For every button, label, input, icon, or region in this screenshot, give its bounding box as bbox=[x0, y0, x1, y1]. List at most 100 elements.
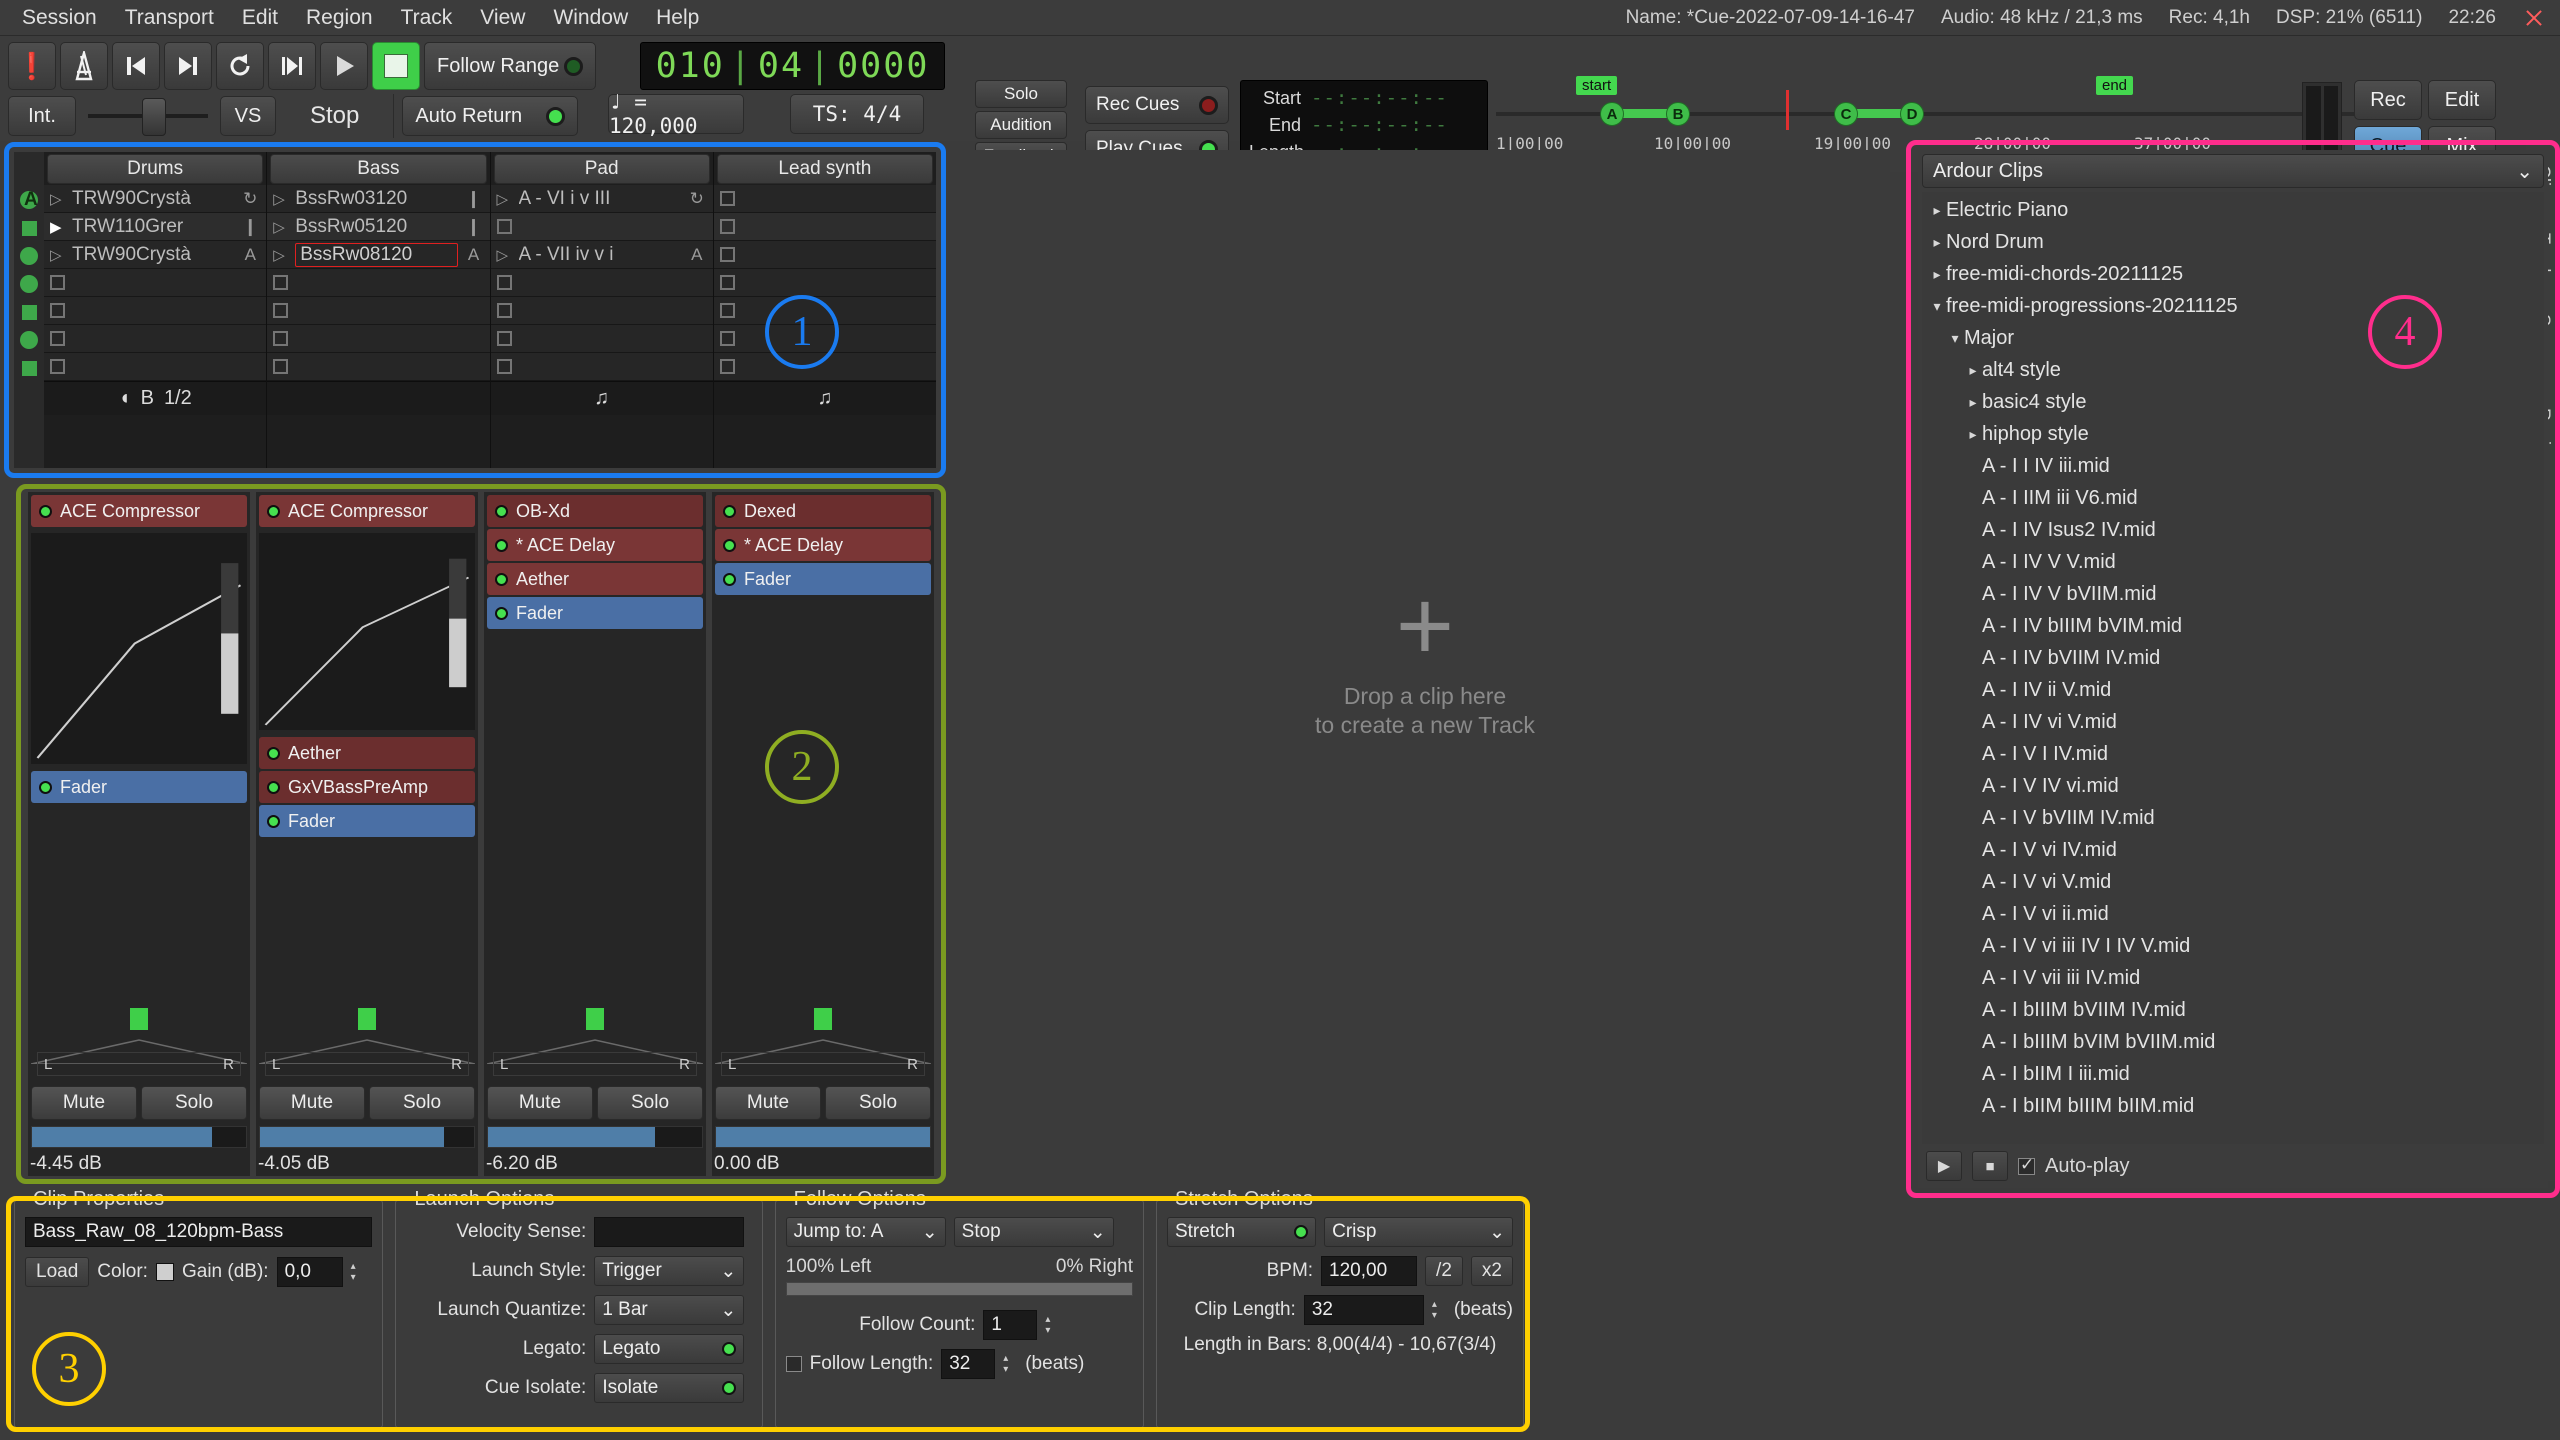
clip-slot-empty[interactable] bbox=[267, 353, 490, 381]
bpm-field[interactable]: 120,00 bbox=[1321, 1256, 1418, 1286]
auto-return-button[interactable]: Auto Return bbox=[402, 96, 579, 136]
processor-gxvbasspreamp[interactable]: GxVBassPreAmp bbox=[259, 771, 475, 803]
pan-handle-icon[interactable] bbox=[814, 1008, 832, 1030]
clips-tree-list[interactable]: ▸ Electric Piano ▸ Nord Drum ▸ free-midi-chor… bbox=[1922, 192, 2544, 1144]
chevron-right-icon[interactable]: ▸ bbox=[1928, 266, 1946, 283]
solo-button[interactable]: Solo bbox=[141, 1086, 247, 1120]
panner-pad[interactable]: LR bbox=[486, 1008, 704, 1082]
processor-fader[interactable]: Fader bbox=[487, 597, 703, 629]
clip-slot-selected[interactable]: ▷ BssRw08120 A bbox=[267, 241, 490, 269]
cue-marker-7[interactable] bbox=[14, 354, 44, 382]
auto-play-checkbox[interactable] bbox=[2018, 1155, 2035, 1175]
clips-tree-item[interactable]: A - I bIIM bIIIM bIIM.mid bbox=[1922, 1090, 2544, 1122]
clips-tree-item[interactable]: ▸ Electric Piano bbox=[1922, 194, 2544, 226]
clips-tree-item[interactable]: ▸ basic4 style bbox=[1922, 386, 2544, 418]
clip-length-spinner[interactable]: ▴ ▾ bbox=[1432, 1299, 1446, 1321]
cue-marker-a[interactable]: A bbox=[14, 186, 44, 214]
cue-marker-b[interactable] bbox=[14, 214, 44, 242]
follow-length-spinner[interactable]: ▴ ▾ bbox=[1003, 1353, 1017, 1375]
processor-aether[interactable]: Aether bbox=[259, 737, 475, 769]
processor-led-icon[interactable] bbox=[39, 780, 52, 794]
clip-slot-empty[interactable] bbox=[713, 185, 936, 213]
mute-button[interactable]: Mute bbox=[259, 1086, 365, 1120]
gain-slider-lead-synth[interactable] bbox=[715, 1126, 931, 1148]
pan-range-bar[interactable]: LR bbox=[37, 1052, 241, 1076]
clip-slot-empty[interactable] bbox=[490, 325, 713, 353]
cue-marker-6[interactable] bbox=[14, 326, 44, 354]
clips-tree-item[interactable]: A - I V vi ii.mid bbox=[1922, 898, 2544, 930]
gain-value-pad[interactable]: -6.20 dB bbox=[484, 1152, 706, 1176]
track-header-bass[interactable]: Bass bbox=[270, 154, 487, 184]
gain-slider-pad[interactable] bbox=[487, 1126, 703, 1148]
pan-range-bar[interactable]: LR bbox=[265, 1052, 469, 1076]
marker-end[interactable]: end bbox=[2096, 76, 2134, 95]
clips-library-selector[interactable]: Ardour Clips ⌄ bbox=[1922, 154, 2544, 188]
menu-item-track[interactable]: Track bbox=[387, 0, 467, 36]
clips-tree-item[interactable]: A - I IV Isus2 IV.mid bbox=[1922, 514, 2544, 546]
playhead-icon[interactable] bbox=[1786, 90, 1789, 130]
processor-led-icon[interactable] bbox=[39, 504, 52, 518]
chevron-down-icon[interactable]: ▾ bbox=[1946, 330, 1964, 347]
play-icon[interactable]: ▷ bbox=[273, 246, 289, 264]
clips-tree-item[interactable]: ▸ free-midi-chords-20211125 bbox=[1922, 258, 2544, 290]
clips-tree-item[interactable]: A - I IV V V.mid bbox=[1922, 546, 2544, 578]
play-range-icon[interactable] bbox=[268, 42, 316, 90]
velocity-sense-input[interactable] bbox=[594, 1217, 745, 1247]
mode-rec-button[interactable]: Rec bbox=[2354, 80, 2422, 120]
clips-tree-item[interactable]: A - I IV bIIIM bVIM.mid bbox=[1922, 610, 2544, 642]
cue-marker-3[interactable] bbox=[14, 242, 44, 270]
clip-slot-empty[interactable] bbox=[713, 241, 936, 269]
menu-item-view[interactable]: View bbox=[466, 0, 539, 36]
menu-item-transport[interactable]: Transport bbox=[111, 0, 228, 36]
clips-tree-item[interactable]: ▸ hiphop style bbox=[1922, 418, 2544, 450]
clips-tree-item[interactable]: A - I V vi V.mid bbox=[1922, 866, 2544, 898]
cue-node-b[interactable]: B bbox=[1666, 102, 1690, 126]
gain-value-bass[interactable]: -4.05 dB bbox=[256, 1152, 478, 1176]
sync-source-button[interactable]: Int. bbox=[8, 96, 76, 136]
compressor-curve-display[interactable] bbox=[31, 533, 247, 764]
follow-probability-slider[interactable] bbox=[785, 1282, 1133, 1296]
solo-indicator-button[interactable]: Solo bbox=[975, 80, 1067, 108]
menu-item-edit[interactable]: Edit bbox=[228, 0, 292, 36]
clip-slot[interactable]: ▷ BssRw03120 ❙ bbox=[267, 185, 490, 213]
chevron-right-icon[interactable]: ▸ bbox=[1964, 426, 1982, 443]
clip-slot-empty[interactable] bbox=[490, 353, 713, 381]
time-signature-button[interactable]: TS: 4/4 bbox=[790, 94, 924, 134]
loop-icon[interactable] bbox=[216, 42, 264, 90]
play-icon[interactable]: ▷ bbox=[50, 246, 66, 264]
processor-ace-compressor[interactable]: ACE Compressor bbox=[259, 495, 475, 527]
jump-to-combo[interactable]: Jump to: A ⌄ bbox=[785, 1217, 946, 1247]
follow-length-checkbox[interactable] bbox=[785, 1356, 802, 1372]
processor-led-icon[interactable] bbox=[267, 780, 280, 794]
preview-stop-button[interactable]: ■ bbox=[1972, 1151, 2008, 1181]
clips-tree-item[interactable]: A - I bIIM I iii.mid bbox=[1922, 1058, 2544, 1090]
processor-led-icon[interactable] bbox=[723, 504, 736, 518]
clip-slot-empty[interactable] bbox=[490, 269, 713, 297]
chevron-down-icon[interactable]: ▾ bbox=[1928, 298, 1946, 315]
mute-button[interactable]: Mute bbox=[715, 1086, 821, 1120]
clip-slot-empty[interactable] bbox=[713, 213, 936, 241]
clips-tree-item[interactable]: A - I IV V bVIIM.mid bbox=[1922, 578, 2544, 610]
cue-node-d[interactable]: D bbox=[1900, 102, 1924, 126]
cue-node-a[interactable]: A bbox=[1600, 102, 1624, 126]
chevron-down-icon[interactable]: ⌄ bbox=[2516, 159, 2533, 184]
clip-gain-field[interactable]: 0,0 bbox=[276, 1257, 343, 1287]
clip-slot-empty[interactable] bbox=[490, 213, 713, 241]
processor-led-icon[interactable] bbox=[267, 504, 280, 518]
follow-range-button[interactable]: Follow Range bbox=[424, 42, 596, 90]
bpm-halve-button[interactable]: /2 bbox=[1425, 1256, 1463, 1286]
selection-end-value[interactable]: --:--:--:-- bbox=[1311, 114, 1448, 136]
clip-slot-empty[interactable] bbox=[267, 297, 490, 325]
processor-led-icon[interactable] bbox=[495, 572, 508, 586]
metronome-icon[interactable] bbox=[60, 42, 108, 90]
solo-button[interactable]: Solo bbox=[825, 1086, 931, 1120]
legato-combo[interactable]: Legato bbox=[594, 1334, 745, 1364]
varispeed-button[interactable]: VS bbox=[220, 96, 276, 136]
processor-fader[interactable]: Fader bbox=[259, 805, 475, 837]
clip-slot-empty[interactable] bbox=[267, 325, 490, 353]
pan-handle-icon[interactable] bbox=[358, 1008, 376, 1030]
cue-marker-4[interactable] bbox=[14, 270, 44, 298]
track-header-drums[interactable]: Drums bbox=[47, 154, 264, 184]
clip-slot-empty[interactable] bbox=[713, 269, 936, 297]
clips-tree-item[interactable]: A - I V bVIIM IV.mid bbox=[1922, 802, 2544, 834]
